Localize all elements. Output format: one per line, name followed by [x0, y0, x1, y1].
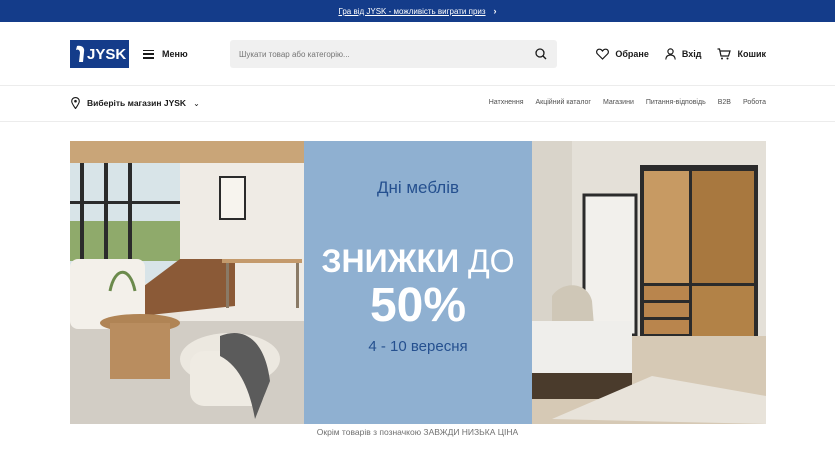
svg-text:JYSK: JYSK — [87, 46, 126, 63]
promo-link[interactable]: Гра від JYSK - можливість виграти приз — [338, 7, 485, 16]
menu-label: Меню — [162, 49, 188, 59]
banner-disclaimer: Окрім товарів з позначкою ЗАВЖДИ НИЗЬКА … — [316, 427, 519, 437]
cart-link[interactable]: Кошик — [717, 48, 766, 60]
subnav-link-jobs[interactable]: Робота — [743, 99, 766, 106]
cart-icon — [717, 48, 732, 60]
subnav-links: Натхнення Акційний каталог Магазини Пита… — [489, 99, 766, 106]
jysk-logo[interactable]: JYSK — [70, 40, 129, 68]
store-selector[interactable]: Виберіть магазин JYSK ⌄ — [71, 97, 200, 109]
login-link[interactable]: Вхід — [665, 48, 702, 60]
promo-dates: 4 - 10 вересня — [368, 338, 468, 355]
favorites-label: Обране — [615, 49, 649, 59]
search-input[interactable] — [239, 49, 499, 59]
promo-bar[interactable]: Гра від JYSK - можливість виграти приз › — [0, 0, 835, 22]
header-actions: Обране Вхід Кошик — [596, 45, 766, 63]
bedroom-photo — [532, 141, 766, 424]
promo-headline: Дні меблів — [376, 178, 460, 197]
search-icon[interactable] — [535, 48, 547, 60]
sub-navigation: Виберіть магазин JYSK ⌄ Натхнення Акційн… — [0, 86, 835, 122]
subnav-link-stores[interactable]: Магазини — [603, 99, 634, 106]
promo-panel[interactable]: Дні меблів ЗНИЖКИ ДО 50% 4 - 10 вересня — [304, 141, 532, 424]
hamburger-icon — [143, 49, 154, 59]
chevron-right-icon: › — [493, 6, 497, 16]
heart-icon — [596, 48, 610, 60]
search-bar[interactable] — [230, 40, 557, 68]
login-label: Вхід — [681, 49, 702, 59]
user-icon — [665, 48, 676, 60]
subnav-link-inspiration[interactable]: Натхнення — [489, 99, 524, 106]
chevron-down-icon: ⌄ — [193, 98, 200, 108]
subnav-link-catalog[interactable]: Акційний каталог — [536, 99, 591, 106]
site-header: JYSK Меню Обране Вхід — [0, 22, 835, 86]
favorites-link[interactable]: Обране — [596, 48, 649, 60]
menu-button[interactable]: Меню — [143, 45, 188, 63]
living-room-photo — [70, 141, 304, 424]
promo-discount-value: 50% — [369, 279, 467, 332]
cart-label: Кошик — [737, 49, 766, 59]
hero-banner[interactable]: Дні меблів ЗНИЖКИ ДО 50% 4 - 10 вересня — [70, 141, 766, 424]
subnav-link-b2b[interactable]: B2B — [718, 99, 731, 106]
subnav-link-faq[interactable]: Питання-відповідь — [646, 99, 706, 106]
promo-discount-line: ЗНИЖКИ ДО — [304, 243, 532, 280]
location-pin-icon — [71, 97, 80, 109]
discount-preposition: ДО — [467, 243, 515, 279]
store-selector-label: Виберіть магазин JYSK — [87, 98, 187, 108]
discount-word: ЗНИЖКИ — [321, 243, 460, 279]
